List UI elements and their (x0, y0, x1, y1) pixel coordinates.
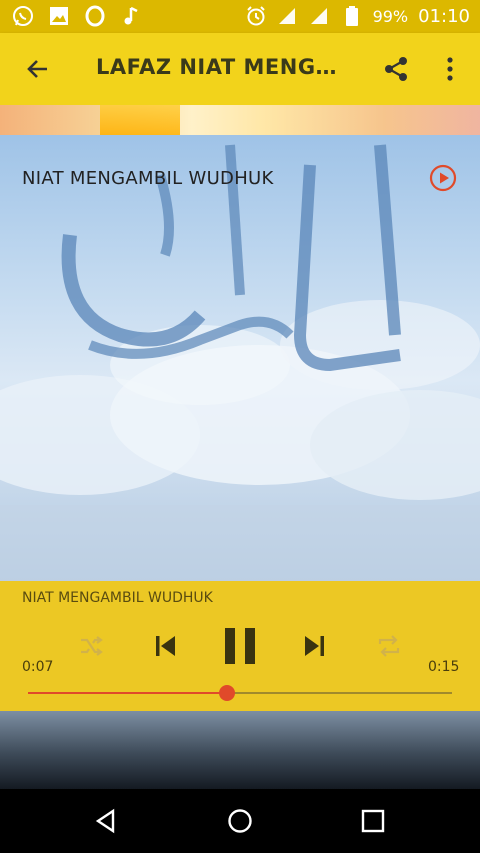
seek-progress (28, 692, 227, 694)
total-duration: 0:15 (428, 659, 460, 675)
music-note-icon (120, 5, 142, 27)
notification-icons (12, 5, 142, 27)
shuffle-button[interactable] (74, 629, 108, 663)
nav-back-button[interactable] (90, 805, 122, 837)
alarm-icon (245, 5, 267, 27)
circle-app-icon (84, 5, 106, 27)
more-vert-icon (447, 57, 453, 81)
repeat-button[interactable] (372, 629, 406, 663)
clock: 01:10 (418, 5, 470, 27)
share-icon (385, 57, 407, 81)
skip-next-icon (305, 636, 324, 656)
status-bar: 99% 01:10 (0, 0, 480, 33)
back-triangle-icon (95, 808, 115, 834)
back-button[interactable] (22, 53, 54, 85)
background-artwork (0, 135, 480, 581)
nav-recents-button[interactable] (357, 805, 389, 837)
back-arrow-icon (27, 60, 47, 78)
system-nav-bar (0, 789, 480, 853)
page-title: LAFAZ NIAT MENG… (96, 55, 338, 79)
sky-clouds-image (0, 144, 480, 581)
signal-icon (309, 5, 331, 27)
now-playing-title: NIAT MENGAMBIL WUDHUK (22, 590, 213, 606)
recents-square-icon (361, 809, 385, 833)
whatsapp-icon (12, 5, 34, 27)
pause-button[interactable] (220, 624, 260, 668)
repeat-icon (378, 635, 400, 657)
list-item-title[interactable]: NIAT MENGAMBIL WUDHUK (22, 168, 274, 189)
seek-thumb[interactable] (219, 685, 235, 701)
pause-icon (225, 628, 255, 664)
battery-icon (341, 5, 363, 27)
home-circle-icon (228, 809, 252, 833)
image-icon (48, 5, 70, 27)
share-button[interactable] (380, 53, 412, 85)
system-indicators: 99% 01:10 (245, 5, 470, 27)
media-player: NIAT MENGAMBIL WUDHUK 0:07 0:15 (0, 581, 480, 711)
overflow-menu-button[interactable] (438, 53, 462, 85)
elapsed-time: 0:07 (22, 659, 54, 675)
background-lower (0, 711, 480, 789)
nav-home-button[interactable] (224, 805, 256, 837)
shuffle-icon (81, 636, 103, 656)
play-circle-icon[interactable] (428, 163, 458, 193)
app-bar: LAFAZ NIAT MENG… (0, 33, 480, 105)
signal-icon (277, 5, 299, 27)
battery-percent: 99% (372, 6, 409, 26)
seek-bar[interactable] (28, 685, 452, 701)
previous-button[interactable] (148, 629, 182, 663)
background-image-strip (0, 105, 480, 135)
skip-previous-icon (156, 636, 175, 656)
next-button[interactable] (298, 629, 332, 663)
